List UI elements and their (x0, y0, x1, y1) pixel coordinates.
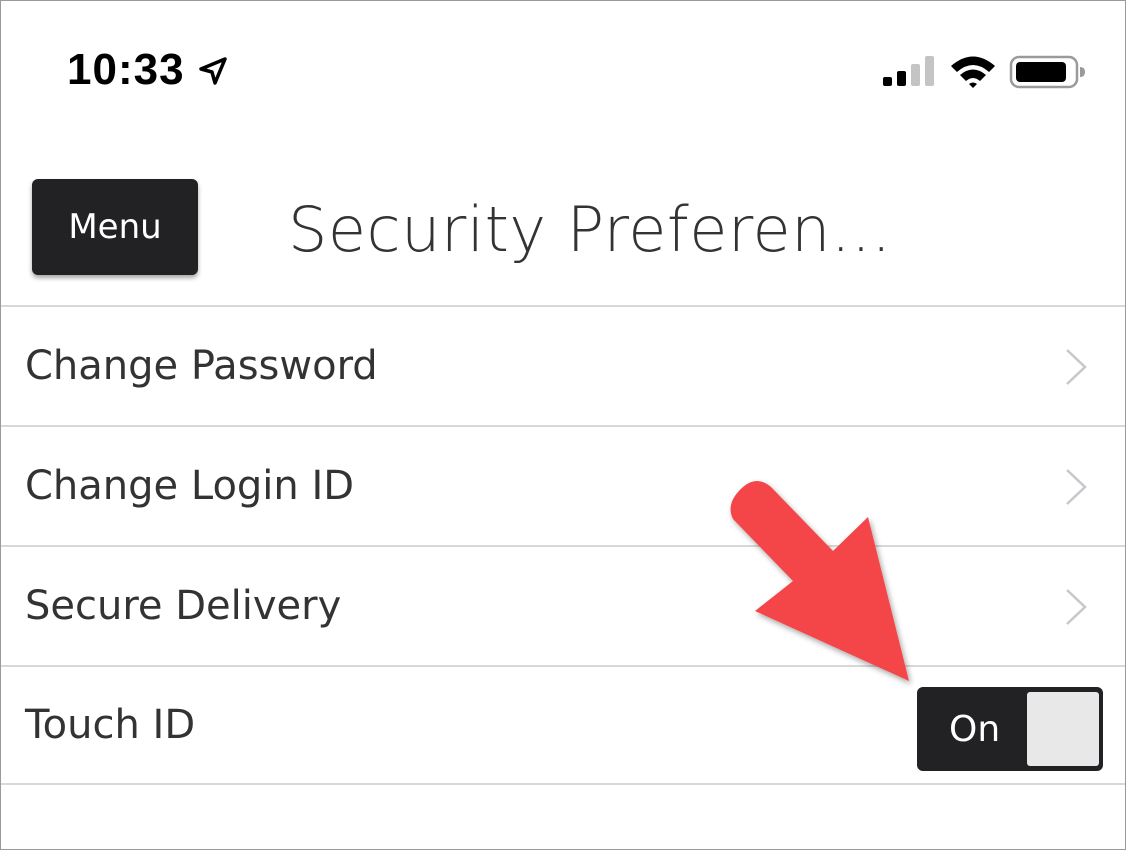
list-item-label: Touch ID (25, 702, 196, 748)
cellular-signal-icon (883, 56, 934, 86)
list-item-label: Secure Delivery (25, 583, 342, 629)
toggle-knob (1027, 692, 1099, 766)
status-time: 10:33 (67, 45, 185, 94)
page-title: Security Preferen... (288, 193, 892, 266)
battery-icon (1009, 55, 1085, 89)
phone-screen: 10:33 Menu Security Preferen... Change P… (0, 0, 1126, 850)
wifi-icon (951, 56, 995, 88)
location-arrow-icon (199, 57, 227, 85)
list-item-change-login-id[interactable]: Change Login ID (1, 425, 1125, 545)
list-item-label: Change Login ID (25, 463, 355, 509)
toggle-state-label: On (949, 709, 1001, 750)
chevron-right-icon (1066, 589, 1087, 625)
header: Menu Security Preferen... (1, 141, 1125, 305)
status-bar: 10:33 (1, 1, 1125, 141)
list-item-secure-delivery[interactable]: Secure Delivery (1, 545, 1125, 665)
settings-list: Change Password Change Login ID Secure D… (1, 305, 1125, 785)
menu-button[interactable]: Menu (32, 179, 198, 275)
list-item-label: Change Password (25, 343, 378, 389)
list-item-touch-id: Touch ID On (1, 665, 1125, 785)
chevron-right-icon (1066, 469, 1087, 505)
touch-id-toggle[interactable]: On (917, 687, 1103, 771)
chevron-right-icon (1066, 349, 1087, 385)
list-item-change-password[interactable]: Change Password (1, 305, 1125, 425)
